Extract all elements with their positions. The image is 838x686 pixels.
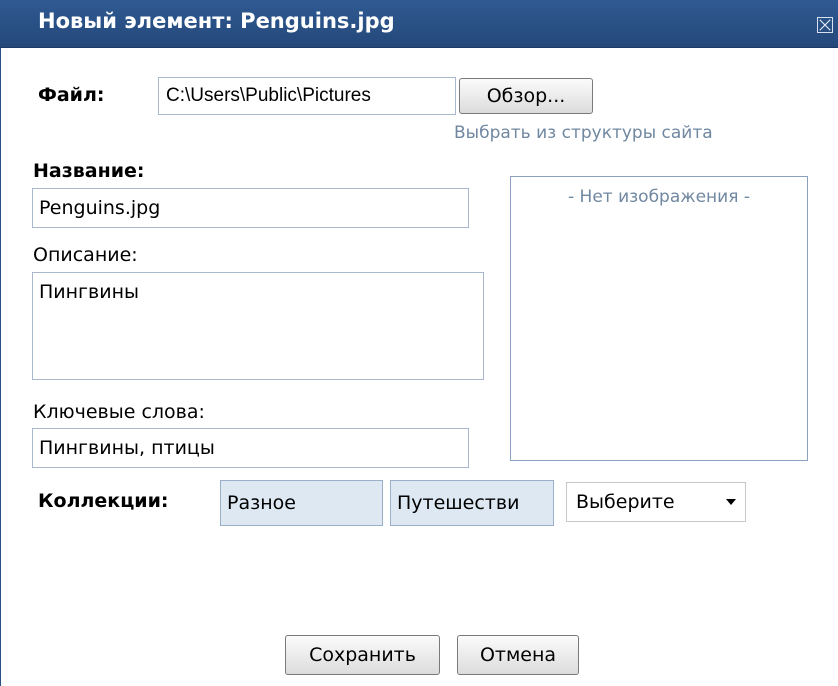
close-icon[interactable] [817,17,833,33]
collection-select[interactable]: Выберите [566,482,746,522]
dialog-titlebar: Новый элемент: Penguins.jpg [0,0,838,48]
no-image-text: - Нет изображения - [568,187,750,207]
keywords-input[interactable] [32,428,469,468]
cancel-button[interactable]: Отмена [457,635,579,675]
browse-button[interactable]: Обзор... [459,78,593,114]
chevron-down-icon [726,499,736,505]
file-label: Файл: [38,84,105,106]
description-textarea[interactable]: Пингвины [32,272,484,380]
site-structure-link[interactable]: Выбрать из структуры сайта [454,123,713,143]
save-button[interactable]: Сохранить [285,635,440,675]
keywords-label: Ключевые слова: [33,401,205,423]
name-input[interactable] [32,188,469,228]
collection-tag[interactable]: Разное [220,480,383,526]
description-label: Описание: [33,244,138,266]
collection-tag[interactable]: Путешестви [390,480,554,526]
name-label: Название: [33,160,145,182]
collections-label: Коллекции: [38,490,169,512]
collection-select-value: Выберите [576,491,675,513]
image-preview: - Нет изображения - [510,176,808,461]
dialog-title: Новый элемент: Penguins.jpg [38,9,395,33]
file-path-field[interactable]: C:\Users\Public\Pictures [158,77,456,115]
